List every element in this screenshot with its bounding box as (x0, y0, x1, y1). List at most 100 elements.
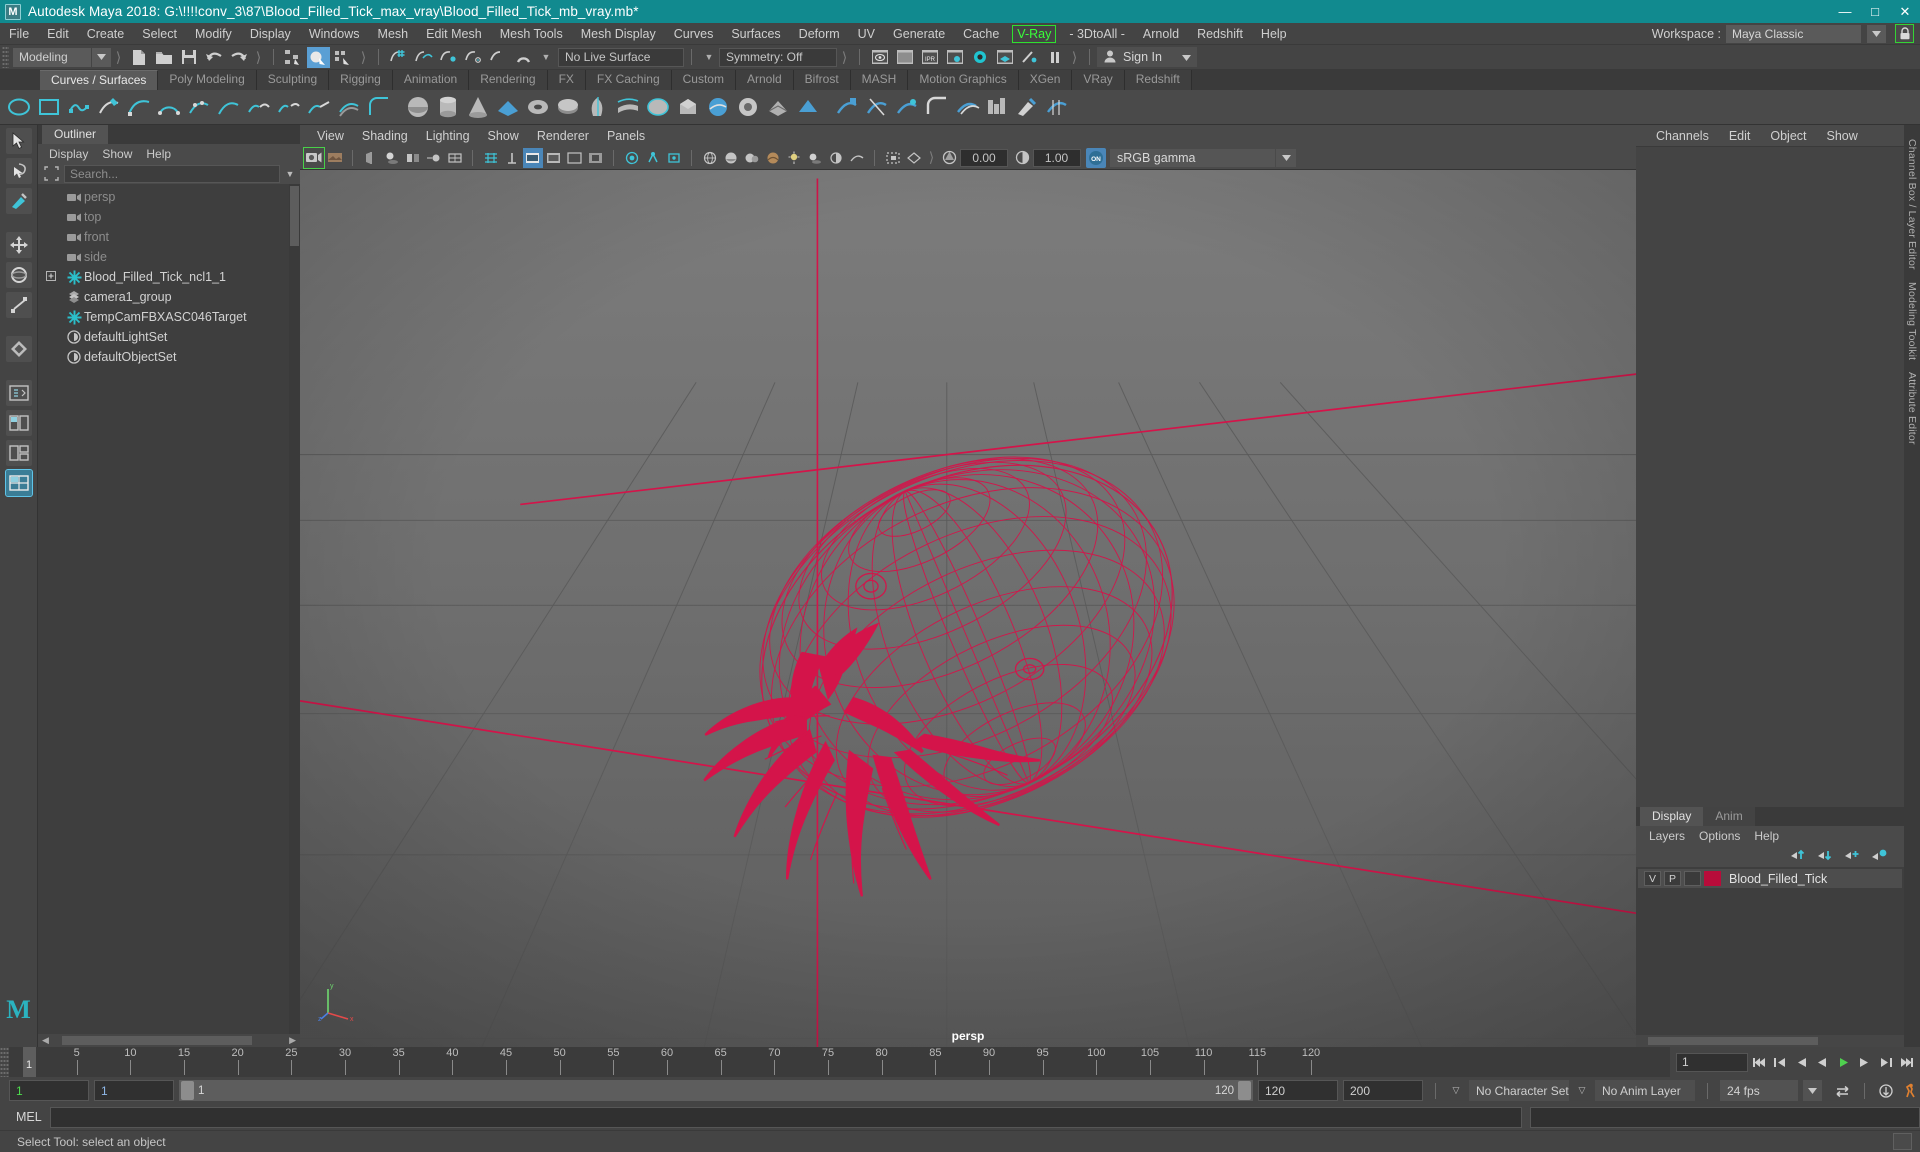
cylinder-icon[interactable] (433, 92, 463, 122)
motion-blur-icon[interactable] (424, 148, 444, 168)
range-slider[interactable]: 1 120 (179, 1080, 1253, 1101)
vtab-channel-box-layer-editor[interactable]: Channel Box / Layer Editor (1906, 133, 1918, 276)
shelf-tab-redshift[interactable]: Redshift (1125, 70, 1192, 90)
animation-preferences-icon[interactable] (1901, 1081, 1920, 1101)
revolve-icon[interactable] (583, 92, 613, 122)
shelf-tab-rigging[interactable]: Rigging (329, 70, 393, 90)
last-tool-icon[interactable] (6, 336, 32, 362)
shadows-icon[interactable] (382, 148, 402, 168)
undo-icon[interactable] (202, 47, 225, 68)
menu-cache[interactable]: Cache (954, 23, 1008, 45)
outliner-item-camera1-group[interactable]: camera1_group (38, 287, 289, 307)
circle-surface-icon[interactable] (553, 92, 583, 122)
select-component-icon[interactable] (332, 47, 355, 68)
anim-layer-chevron-icon[interactable]: ▽ (1574, 1085, 1590, 1096)
outliner-tab[interactable]: Outliner (42, 125, 108, 144)
menu-file[interactable]: File (0, 23, 38, 45)
menu-select[interactable]: Select (133, 23, 186, 45)
isolate-select-icon[interactable] (883, 148, 903, 168)
scale-tool-icon[interactable] (6, 292, 32, 318)
toolbar-grip[interactable] (2, 46, 9, 68)
square-curve-icon[interactable] (34, 92, 64, 122)
symmetry-field[interactable]: Symmetry: Off (719, 48, 837, 67)
expand-toggle-icon[interactable] (38, 271, 64, 284)
move-layer-up-icon[interactable] (1790, 848, 1807, 865)
channelbox-menu-object[interactable]: Object (1760, 129, 1816, 143)
menuset-chevron-down-icon[interactable] (92, 48, 111, 67)
trim-icon[interactable] (832, 92, 862, 122)
menu-mesh-tools[interactable]: Mesh Tools (491, 23, 572, 45)
viewport-menu-lighting[interactable]: Lighting (417, 129, 479, 143)
snap-point-icon[interactable] (437, 47, 460, 68)
screen-space-ao-icon[interactable] (826, 148, 846, 168)
channelbox-menu-channels[interactable]: Channels (1646, 129, 1719, 143)
shelf-tab-sculpting[interactable]: Sculpting (257, 70, 329, 90)
pencil-curve-icon[interactable] (64, 92, 94, 122)
scrollbar-thumb[interactable] (290, 186, 299, 246)
playback-start-field[interactable]: 1 (94, 1080, 174, 1101)
shelf-tab-xgen[interactable]: XGen (1019, 70, 1073, 90)
new-scene-icon[interactable] (127, 47, 150, 68)
live-surface-field[interactable]: No Live Surface (558, 48, 684, 67)
two-pane-layout-icon[interactable] (6, 410, 32, 436)
shelf-tab-animation[interactable]: Animation (393, 70, 469, 90)
scrollbar-thumb-horizontal[interactable] (62, 1036, 252, 1045)
four-pane-layout-icon[interactable] (6, 470, 32, 496)
menu-help[interactable]: Help (1252, 23, 1296, 45)
play-forwards-icon[interactable] (1834, 1052, 1853, 1072)
project-curve-icon[interactable] (892, 92, 922, 122)
menu-edit-mesh[interactable]: Edit Mesh (417, 23, 491, 45)
single-pane-layout-icon[interactable] (6, 380, 32, 406)
render-view-icon[interactable] (868, 47, 891, 68)
grid-toggle-icon[interactable] (481, 148, 501, 168)
render-region-icon[interactable] (893, 47, 916, 68)
outliner-filter-icon[interactable] (41, 165, 61, 183)
menu-create[interactable]: Create (78, 23, 134, 45)
menu-mesh-display[interactable]: Mesh Display (572, 23, 665, 45)
viewport-menu-renderer[interactable]: Renderer (528, 129, 598, 143)
shelf-tab-custom[interactable]: Custom (672, 70, 736, 90)
menu-generate[interactable]: Generate (884, 23, 954, 45)
layer-horizontal-scrollbar[interactable] (1636, 1035, 1904, 1047)
hypershade-icon[interactable] (968, 47, 991, 68)
viewport-menu-show[interactable]: Show (479, 129, 528, 143)
loft-icon[interactable] (613, 92, 643, 122)
layer-playback-toggle[interactable]: P (1664, 871, 1681, 886)
outliner-vertical-scrollbar[interactable] (289, 184, 300, 1034)
outliner-item-top[interactable]: top (38, 207, 289, 227)
outliner-search-chevron-icon[interactable]: ▼ (283, 169, 297, 179)
surface-fillet-icon[interactable] (922, 92, 952, 122)
go-to-start-icon[interactable] (1750, 1052, 1769, 1072)
menu-uv[interactable]: UV (849, 23, 884, 45)
layer-menu-help[interactable]: Help (1747, 829, 1786, 843)
layer-row[interactable]: V P Blood_Filled_Tick (1638, 869, 1902, 888)
menu-3dtoall[interactable]: - 3DtoAll - (1060, 23, 1134, 45)
use-lights-icon[interactable] (784, 148, 804, 168)
shelf-tab-bifrost[interactable]: Bifrost (794, 70, 851, 90)
new-layer-from-selected-icon[interactable] (1871, 848, 1888, 865)
exposure-field[interactable]: 0.00 (960, 149, 1008, 167)
snap-projected-icon[interactable] (462, 47, 485, 68)
render-settings-icon[interactable] (943, 47, 966, 68)
sculpt-geom-icon[interactable] (982, 92, 1012, 122)
curve-tool-icon[interactable] (214, 92, 244, 122)
menu-vray[interactable]: V-Ray (1012, 25, 1056, 43)
wireframe-icon[interactable] (700, 148, 720, 168)
scrollbar-thumb-horizontal[interactable] (1648, 1037, 1818, 1045)
step-forward-key-icon[interactable] (1876, 1052, 1895, 1072)
smooth-shade-icon[interactable] (721, 148, 741, 168)
anim-layer-dropdown[interactable]: No Anim Layer (1595, 1080, 1695, 1101)
menu-surfaces[interactable]: Surfaces (722, 23, 789, 45)
timeline-grip[interactable] (0, 1047, 9, 1077)
shadows-toggle-icon[interactable] (805, 148, 825, 168)
symmetry-chevron-icon[interactable]: ▼ (702, 52, 716, 62)
stitch-icon[interactable] (952, 92, 982, 122)
step-forward-frame-icon[interactable] (1855, 1052, 1874, 1072)
go-to-end-icon[interactable] (1897, 1052, 1916, 1072)
channel-box-body[interactable] (1636, 146, 1904, 807)
align-curve-icon[interactable] (304, 92, 334, 122)
plane-icon[interactable] (493, 92, 523, 122)
new-layer-icon[interactable] (1844, 848, 1861, 865)
layer-menu-layers[interactable]: Layers (1642, 829, 1692, 843)
textured-icon[interactable] (763, 148, 783, 168)
